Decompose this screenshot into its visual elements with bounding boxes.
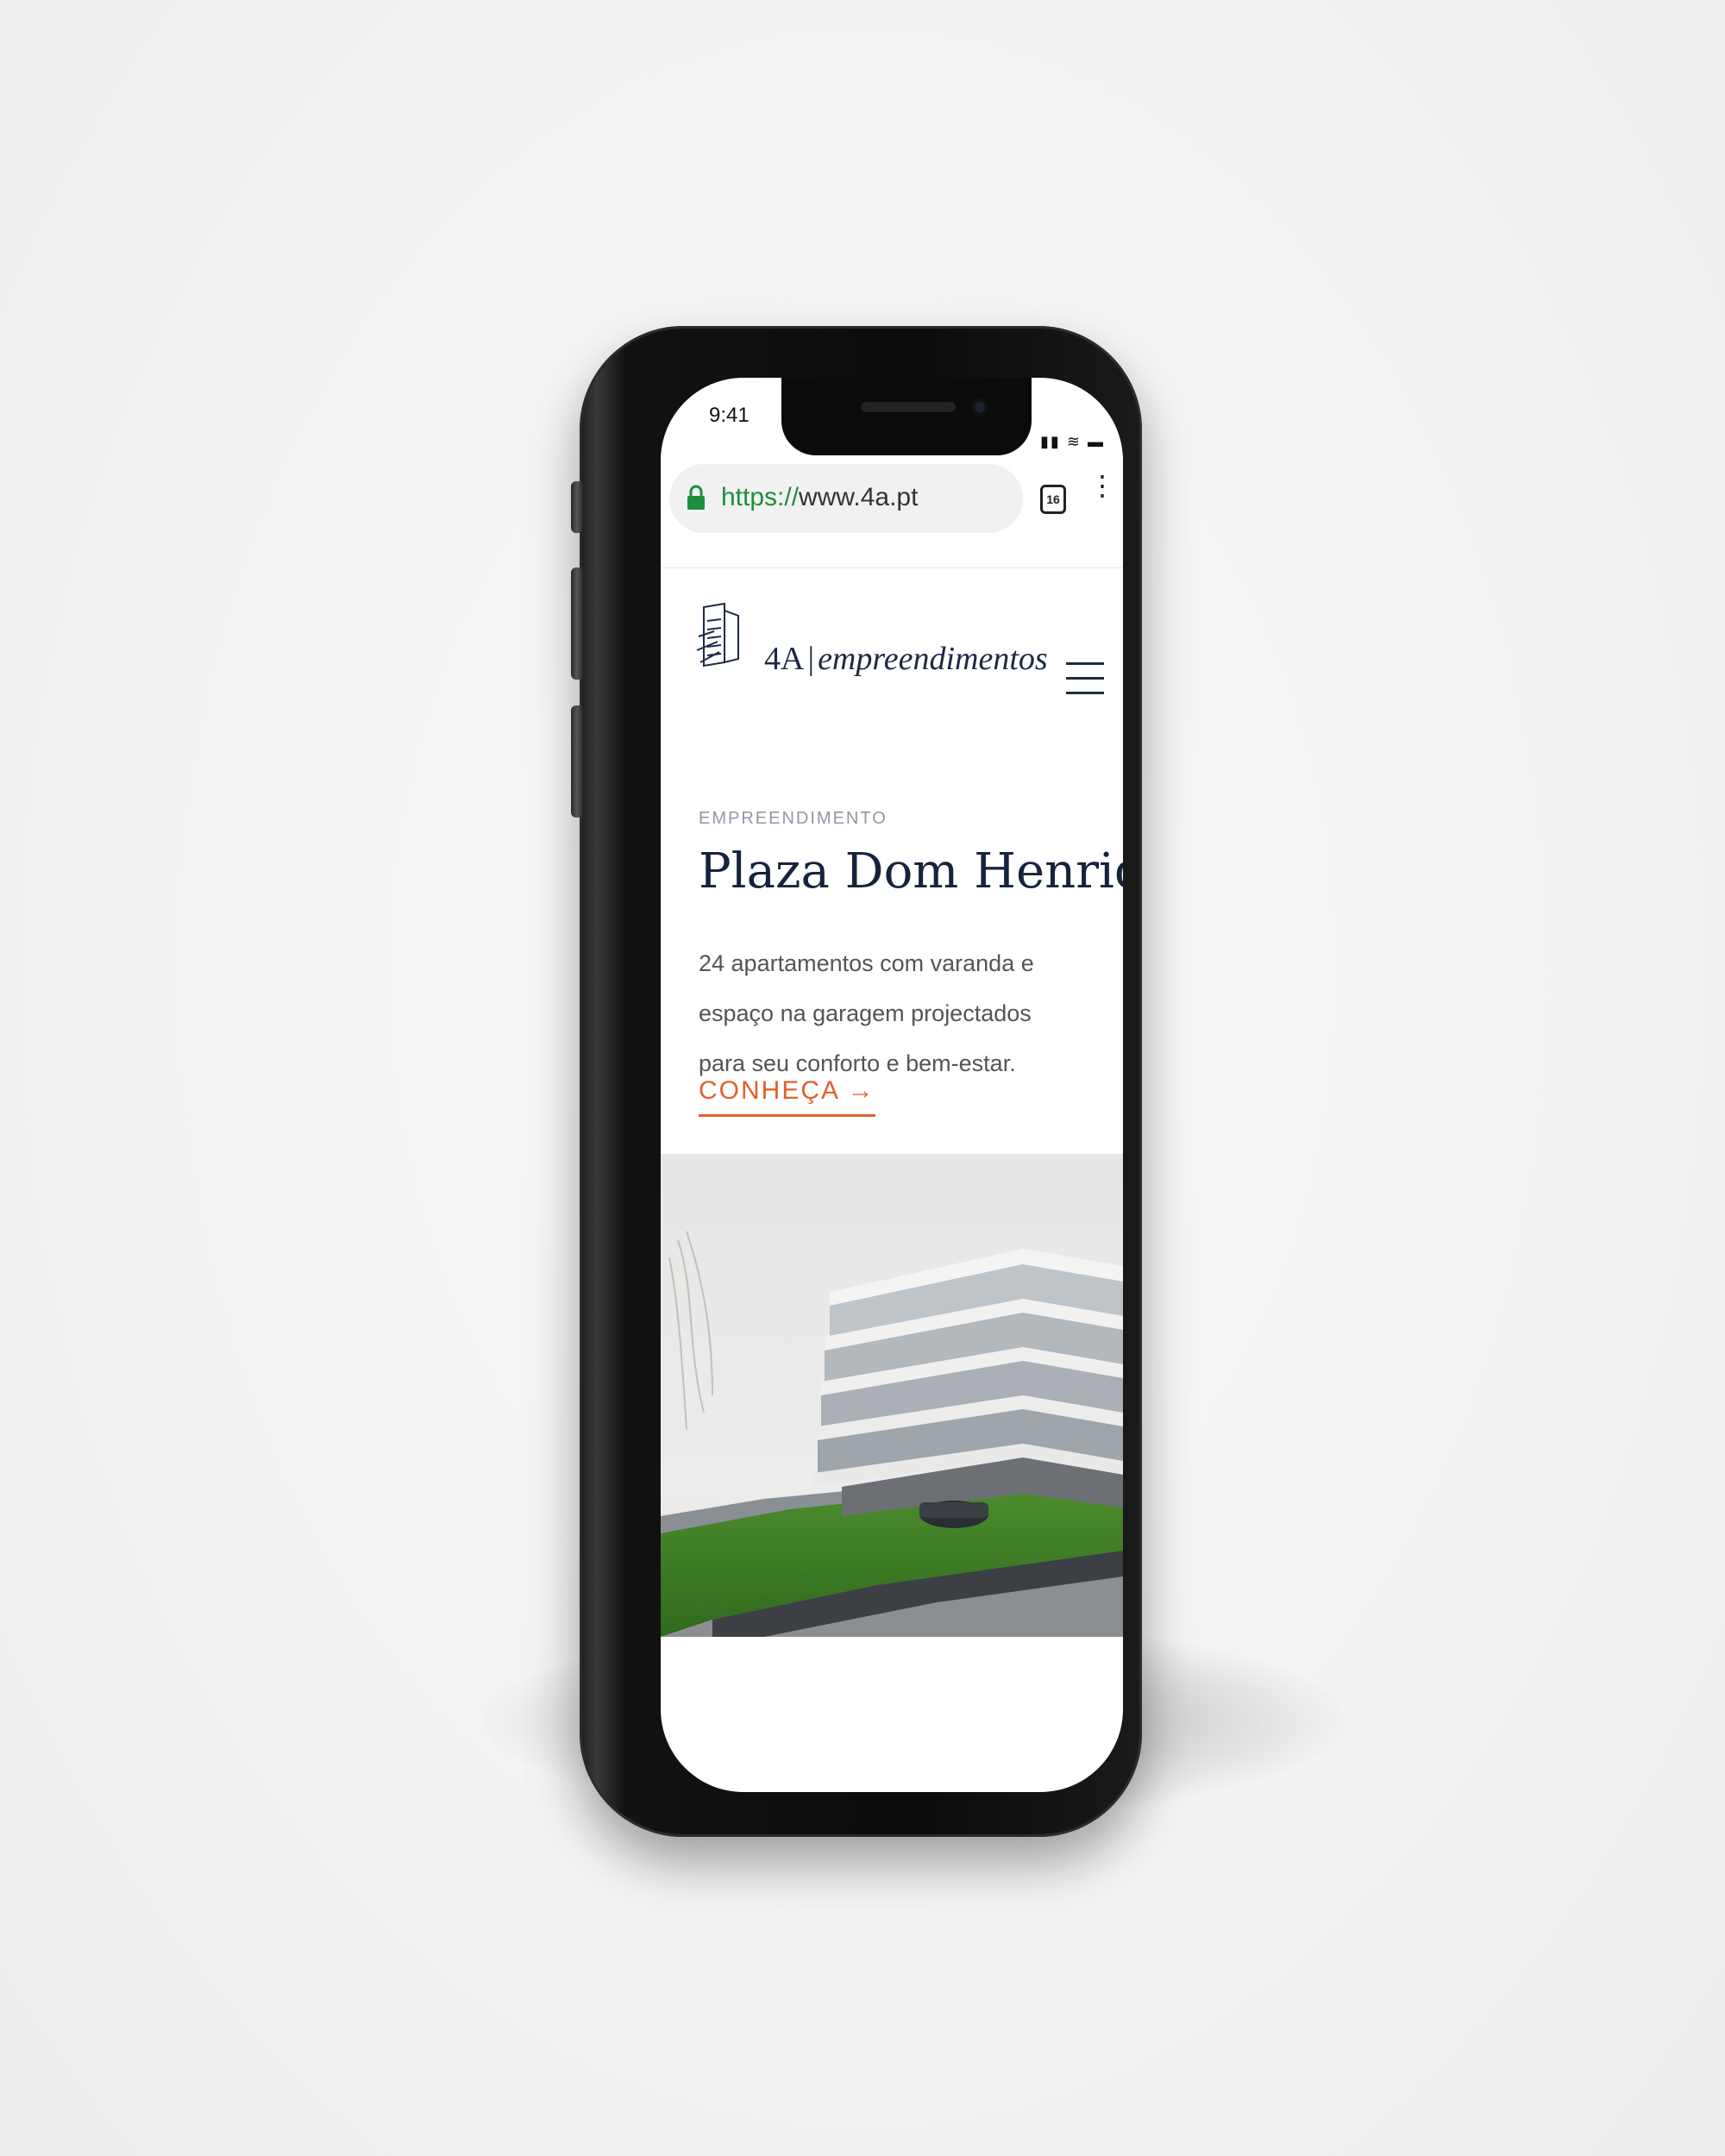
hero-building-image: [661, 1154, 1123, 1637]
front-camera: [971, 398, 988, 416]
notch: [781, 378, 1032, 455]
status-icons: ▮▮ ≋ ▬: [1040, 433, 1105, 451]
browser-toolbar: https://www.4a.pt 16 ⋮: [661, 455, 1123, 568]
lock-icon: [687, 485, 705, 510]
hamburger-icon[interactable]: [1066, 662, 1104, 695]
arrow-right-icon: →: [847, 1076, 875, 1105]
tabs-icon[interactable]: 16: [1040, 485, 1066, 514]
phone-device: 9:41 ▮▮ ≋ ▬ https://www.4a.pt 16 ⋮ 4A | …: [571, 326, 1142, 1837]
logo-wordmark[interactable]: 4A | empreendimentos: [764, 640, 1048, 678]
site-header: 4A | empreendimentos: [661, 567, 1123, 714]
battery-icon: ▬: [1087, 433, 1105, 450]
phone-screen: 9:41 ▮▮ ≋ ▬ https://www.4a.pt 16 ⋮ 4A | …: [661, 378, 1123, 1792]
logo-brand: 4A: [764, 641, 805, 677]
signal-icon: ▮▮: [1040, 433, 1061, 450]
menu-dots-icon[interactable]: ⋮: [1088, 472, 1116, 499]
url-text: https://www.4a.pt: [721, 483, 918, 512]
wifi-icon: ≋: [1066, 433, 1082, 450]
mute-switch: [571, 481, 583, 533]
url-host: www.4a.pt: [799, 483, 919, 511]
conheca-link[interactable]: CONHEÇA →: [699, 1076, 875, 1117]
volume-up-button: [571, 567, 583, 680]
logo-building-icon: [696, 602, 739, 667]
hero-description: 24 apartamentos com varanda e espaço na …: [699, 950, 1034, 1076]
logo-separator: |: [807, 641, 815, 677]
logo-word: empreendimentos: [818, 641, 1048, 677]
volume-down-button: [571, 705, 583, 818]
address-bar[interactable]: https://www.4a.pt: [669, 464, 1023, 533]
url-scheme: https://: [721, 483, 800, 511]
speaker: [861, 402, 956, 412]
section-eyebrow: EMPREENDIMENTO: [699, 809, 888, 828]
cta-label: CONHEÇA: [699, 1076, 839, 1105]
page-title: Plaza Dom Henrique: [699, 843, 1123, 899]
status-time: 9:41: [709, 404, 750, 427]
